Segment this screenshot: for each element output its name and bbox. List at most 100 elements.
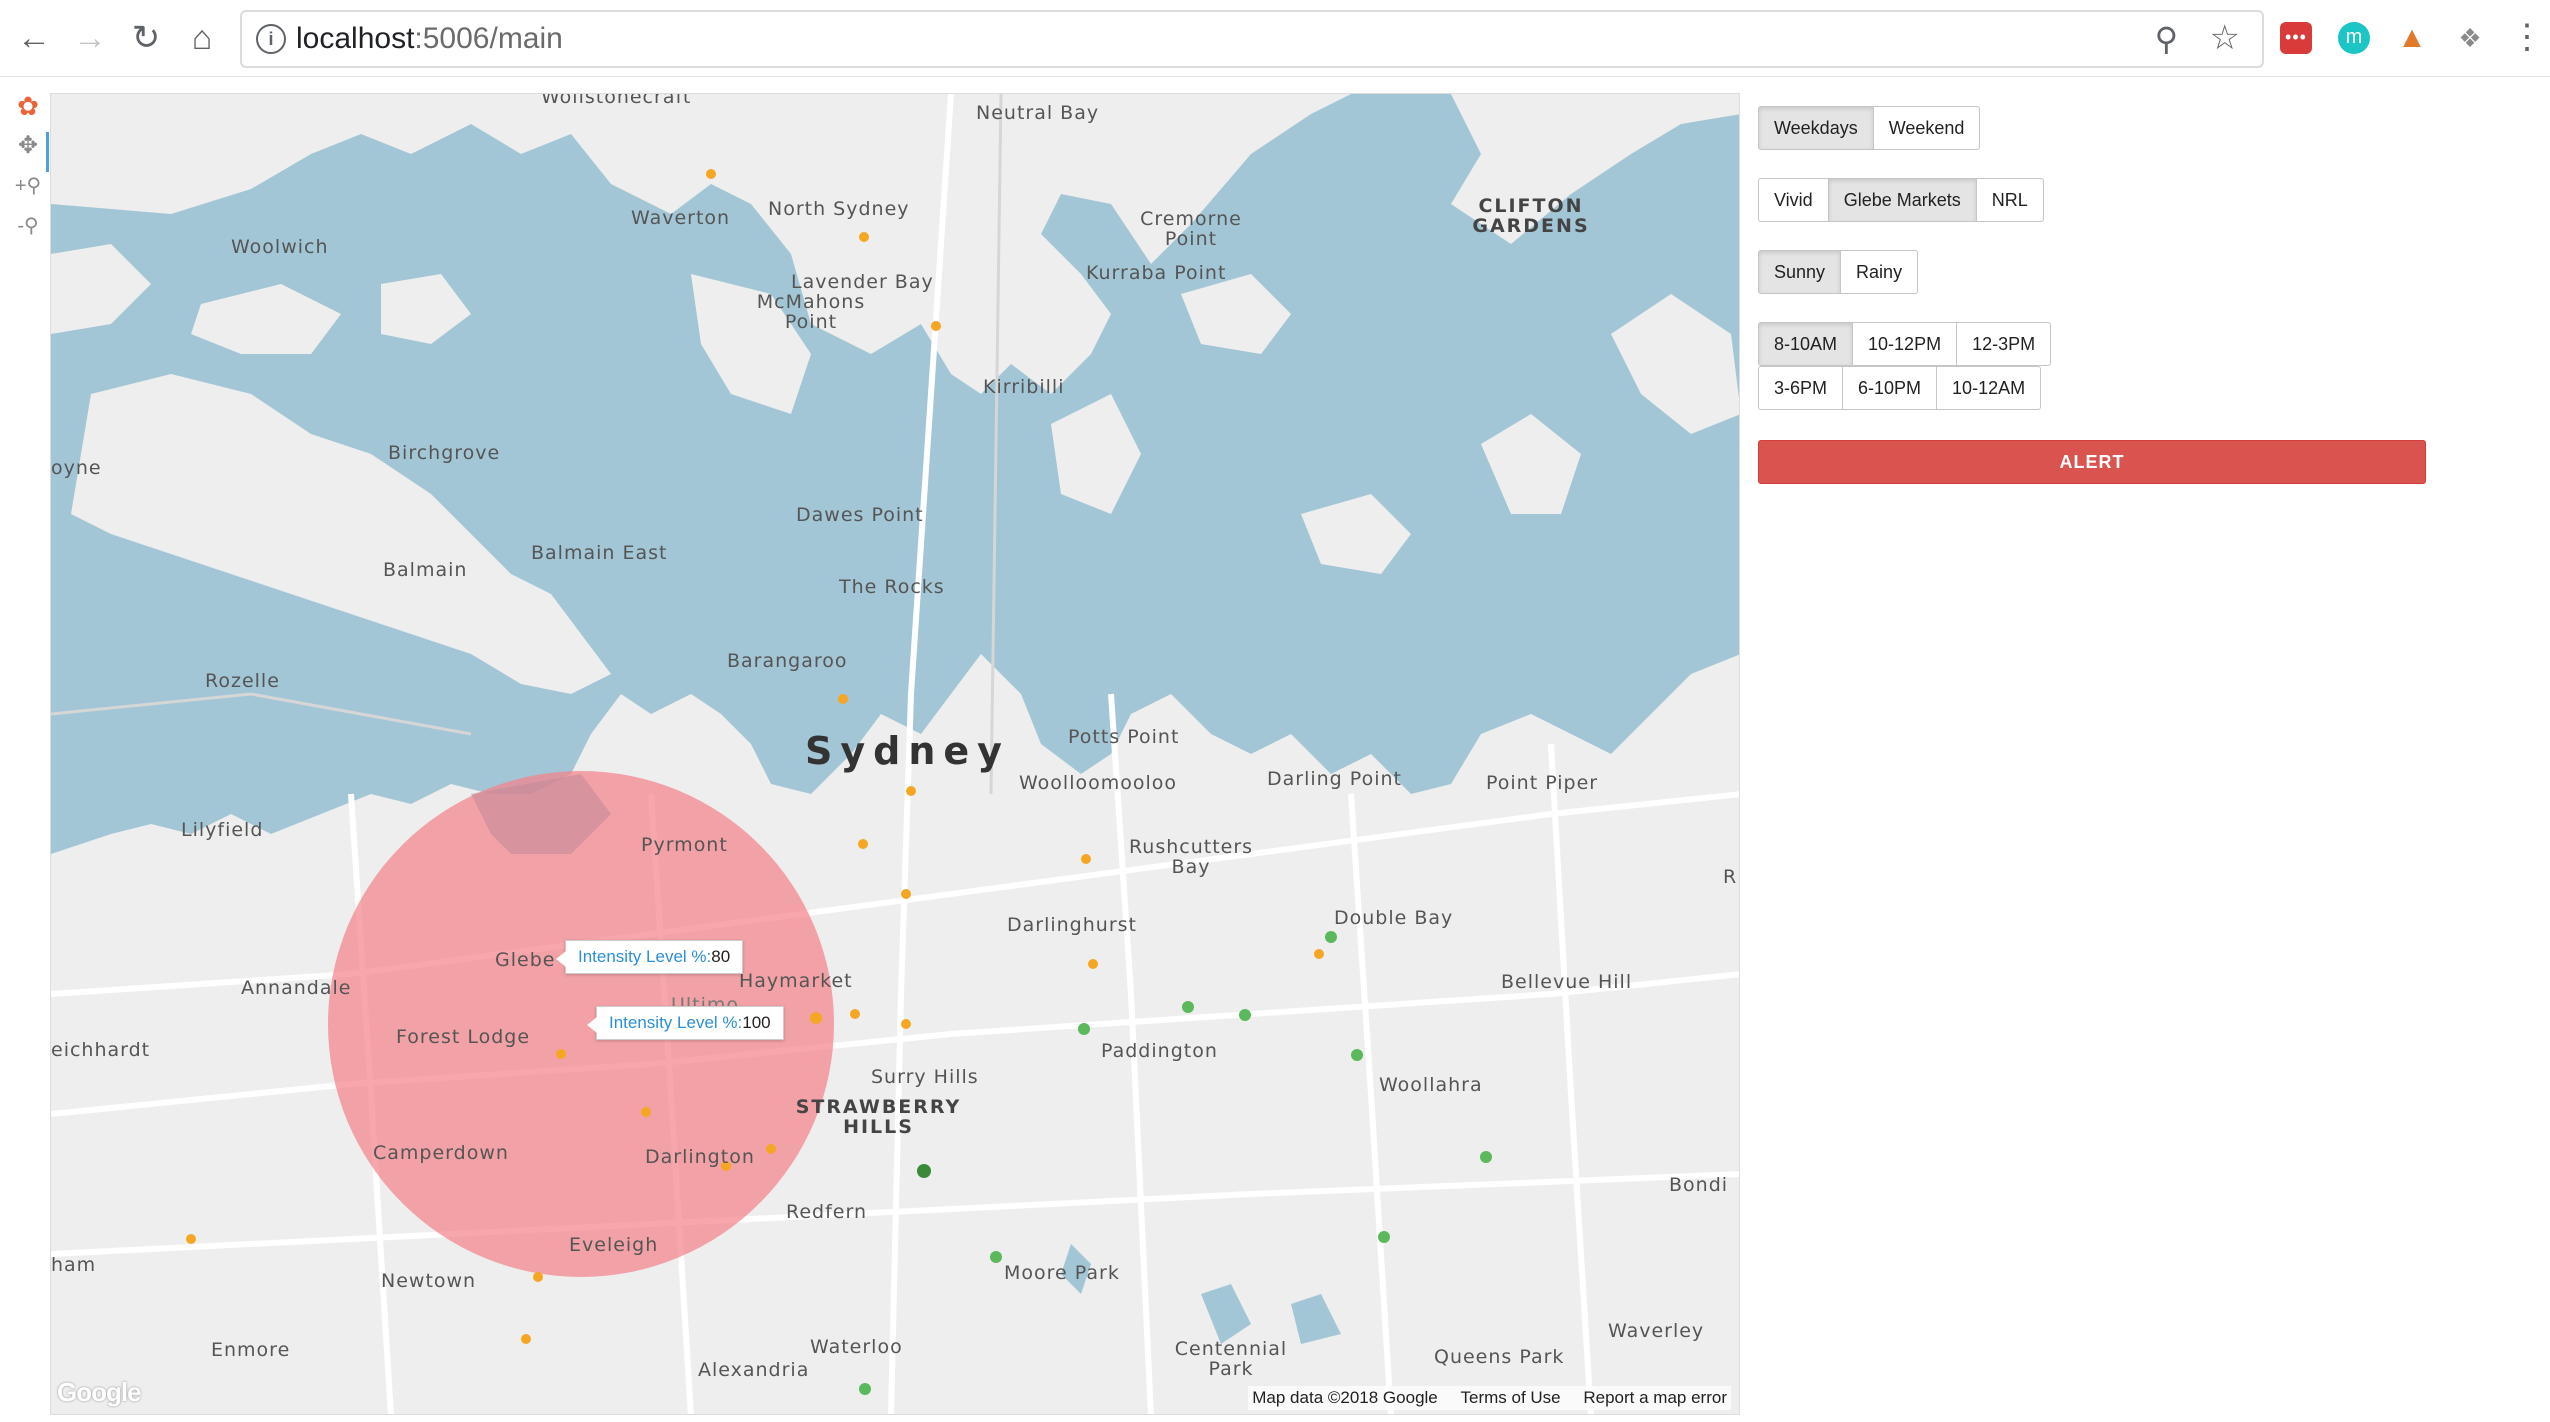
map-label-city: Sydney [805, 729, 1010, 773]
map-label: Potts Point [1068, 726, 1180, 748]
map-label: Rushcutters Bay [1128, 836, 1254, 878]
map-label: Pyrmont [641, 834, 728, 856]
map-label: Kirribilli [983, 376, 1065, 398]
map-attribution: Map data ©2018 Google Terms of Use Repor… [1248, 1386, 1731, 1410]
forward-icon[interactable]: → [70, 18, 110, 58]
url-text[interactable]: localhost:5006/main [296, 22, 563, 56]
map-label: The Rocks [839, 576, 945, 598]
extension-m-icon[interactable]: m [2338, 22, 2370, 54]
map-label: Enmore [211, 1339, 291, 1361]
map-label: North Sydney [768, 198, 910, 220]
weekdays-button[interactable]: Weekdays [1758, 106, 1874, 150]
intensity-tooltip: Intensity Level %:80 [555, 940, 744, 974]
day-type-toggle: Weekdays Weekend [1758, 106, 1981, 150]
map-label: Balmain East [531, 542, 668, 564]
map-label: McMahons Point [756, 291, 866, 333]
zoom-in-tool-icon[interactable]: +⚲ [14, 172, 42, 200]
map-label: Wollstonecraft [541, 93, 692, 108]
map-label: Moore Park [1004, 1262, 1120, 1284]
nrl-button[interactable]: NRL [1975, 178, 2044, 222]
time-6-10pm-button[interactable]: 6-10PM [1842, 366, 1938, 410]
pan-tool-icon[interactable]: ✥ [14, 132, 42, 160]
rainy-button[interactable]: Rainy [1840, 250, 1919, 294]
info-icon[interactable]: i [256, 24, 286, 54]
map-label: Haymarket [739, 970, 853, 992]
map-label: Woolloomooloo [1019, 772, 1178, 794]
time-3-6pm-button[interactable]: 3-6PM [1758, 366, 1844, 410]
map-label: Darlinghurst [1007, 914, 1137, 936]
alert-button[interactable]: ALERT [1758, 440, 2426, 484]
map-label: Woolwich [231, 236, 329, 258]
active-tool-indicator [46, 132, 49, 172]
map-label: oyne [51, 457, 102, 479]
map-label: Glebe [495, 949, 556, 971]
map-data-credit: Map data ©2018 Google [1252, 1388, 1438, 1407]
map-label: Bellevue Hill [1501, 971, 1633, 993]
weather-toggle: Sunny Rainy [1758, 250, 1919, 294]
map-label: Camperdown [373, 1142, 509, 1164]
map-toolbar: ✿ ✥ +⚲ -⚲ [0, 90, 50, 290]
map-label: Barangaroo [727, 650, 848, 672]
bokeh-logo-icon: ✿ [17, 91, 39, 121]
address-bar[interactable]: i localhost:5006/main ⚲ ☆ [240, 10, 2264, 68]
map-label: Alexandria [698, 1359, 810, 1381]
google-logo[interactable]: Google [57, 1377, 142, 1408]
extension-dropbox-icon[interactable]: ❖ [2454, 22, 2486, 54]
home-icon[interactable]: ⌂ [182, 18, 222, 58]
map-label: Annandale [241, 977, 352, 999]
map-label: Birchgrove [388, 442, 501, 464]
browser-toolbar: ← → ↻ ⌂ i localhost:5006/main ⚲ ☆ ••• m … [0, 0, 2550, 77]
map-label: Queens Park [1434, 1346, 1565, 1368]
intensity-tooltip: Intensity Level %:100 [587, 1006, 784, 1040]
weekend-button[interactable]: Weekend [1872, 106, 1981, 150]
map-canvas[interactable]: Wollstonecraft Neutral Bay Waverton Nort… [50, 93, 1740, 1415]
map-label: Surry Hills [871, 1066, 979, 1088]
map-label: Waverton [631, 207, 731, 229]
map-label: Centennial Park [1174, 1338, 1288, 1380]
reload-icon[interactable]: ↻ [126, 18, 166, 58]
zoom-icon[interactable]: ⚲ [2155, 20, 2178, 58]
vivid-button[interactable]: Vivid [1758, 178, 1829, 222]
map-label: Kurraba Point [1086, 262, 1227, 284]
map-label: CLIFTON GARDENS [1472, 195, 1590, 237]
map-label: Rozelle [205, 670, 280, 692]
map-label: Darling Point [1267, 768, 1402, 790]
map-label: Forest Lodge [396, 1026, 531, 1048]
map-label: Bondi [1669, 1174, 1729, 1196]
back-icon[interactable]: ← [14, 18, 54, 58]
map-label: Woollahra [1379, 1074, 1483, 1096]
time-8-10am-button[interactable]: 8-10AM [1758, 322, 1854, 366]
map-label: ham [51, 1254, 97, 1276]
map-label: Waterloo [810, 1336, 903, 1358]
map-label: Newtown [381, 1270, 477, 1292]
map-label: R [1723, 866, 1738, 888]
map-label: eichhardt [51, 1039, 151, 1061]
time-slot-row-1: 8-10AM 10-12PM 12-3PM [1758, 322, 2052, 366]
zoom-out-tool-icon[interactable]: -⚲ [14, 212, 42, 240]
terms-of-use-link[interactable]: Terms of Use [1461, 1388, 1561, 1407]
sunny-button[interactable]: Sunny [1758, 250, 1842, 294]
map-label: Lilyfield [181, 819, 264, 841]
map-label: Darlington [645, 1146, 755, 1168]
map-label: Point Piper [1486, 772, 1599, 794]
map-label: Neutral Bay [976, 102, 1100, 124]
time-12-3pm-button[interactable]: 12-3PM [1956, 322, 2052, 366]
time-slot-row-2: 3-6PM 6-10PM 10-12AM [1758, 366, 2042, 410]
browser-menu-icon[interactable]: ⋮ [2510, 20, 2544, 54]
glebe-markets-button[interactable]: Glebe Markets [1827, 178, 1977, 222]
bookmark-star-icon[interactable]: ☆ [2210, 18, 2240, 58]
map-label: Dawes Point [796, 504, 924, 526]
map-label: Waverley [1608, 1320, 1705, 1342]
map-label: STRAWBERRY HILLS [795, 1096, 962, 1138]
time-10-12pm-button[interactable]: 10-12PM [1852, 322, 1958, 366]
event-toggle: Vivid Glebe Markets NRL [1758, 178, 2044, 222]
extension-lastpass-icon[interactable]: ••• [2280, 22, 2312, 54]
map-label: Cremorne Point [1140, 208, 1242, 250]
report-map-error-link[interactable]: Report a map error [1583, 1388, 1727, 1407]
map-label: Double Bay [1334, 907, 1454, 929]
map-label: Redfern [786, 1201, 867, 1223]
time-10-12am-button[interactable]: 10-12AM [1936, 366, 2042, 410]
map-label: Lavender Bay [791, 271, 934, 293]
map-label: Balmain [383, 559, 468, 581]
extension-metamask-icon[interactable]: ▲ [2396, 22, 2428, 54]
